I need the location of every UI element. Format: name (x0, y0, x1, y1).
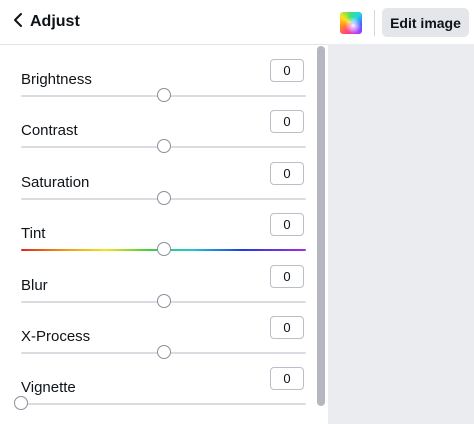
slider-thumb[interactable] (156, 293, 171, 308)
adjustment-value-input[interactable]: 0 (270, 213, 304, 237)
adjustment-value-input[interactable]: 0 (270, 264, 304, 288)
slider-track[interactable] (21, 403, 306, 406)
panel-header: Adjust (0, 0, 328, 45)
slider-thumb[interactable] (14, 396, 28, 411)
color-swatch-icon[interactable] (340, 12, 362, 34)
canvas-area (328, 0, 474, 424)
adjustment-row-brightness: Brightness 0 (0, 59, 316, 121)
slider-thumb[interactable] (156, 190, 171, 205)
back-button[interactable] (12, 10, 24, 34)
adjustment-value-input[interactable]: 0 (270, 367, 304, 391)
adjustment-value-input[interactable]: 0 (270, 316, 304, 339)
adjustment-label: Brightness (21, 71, 92, 88)
adjustment-row-vignette: Vignette 0 (0, 367, 316, 424)
edit-image-button[interactable]: Edit image (382, 8, 469, 37)
adjustment-label: Vignette (21, 379, 76, 397)
adjustment-value-input[interactable]: 0 (270, 161, 304, 185)
adjustment-row-blur: Blur 0 (0, 264, 316, 327)
adjustment-label: Saturation (21, 173, 90, 191)
adjustment-row-saturation: Saturation 0 (0, 161, 316, 224)
slider-thumb[interactable] (156, 345, 171, 359)
adjustment-label: Contrast (21, 122, 78, 140)
adjustment-row-x-process: X-Process 0 (0, 316, 316, 378)
chevron-left-icon (12, 12, 24, 33)
adjustment-row-contrast: Contrast 0 (0, 110, 316, 172)
panel-title: Adjust (30, 13, 80, 30)
slider-thumb[interactable] (156, 88, 171, 102)
adjustment-value-input[interactable]: 0 (270, 59, 304, 82)
adjustment-label: Blur (21, 276, 48, 294)
panel-scrollbar[interactable] (317, 46, 325, 406)
adjustment-row-tint: Tint 0 (0, 213, 316, 275)
slider-thumb[interactable] (156, 242, 171, 257)
slider-thumb[interactable] (156, 139, 171, 154)
adjustment-label: Tint (21, 225, 46, 243)
adjustment-list: Brightness 0 Contrast 0 Saturation 0 Tint 0 Blur… (0, 45, 316, 424)
adjustment-value-input[interactable]: 0 (270, 110, 304, 134)
toolbar-divider (374, 10, 375, 36)
adjust-panel: Adjust Brightness 0 Contrast 0 Saturation 0 Ti… (0, 0, 328, 424)
adjustment-label: X-Process (21, 328, 91, 345)
